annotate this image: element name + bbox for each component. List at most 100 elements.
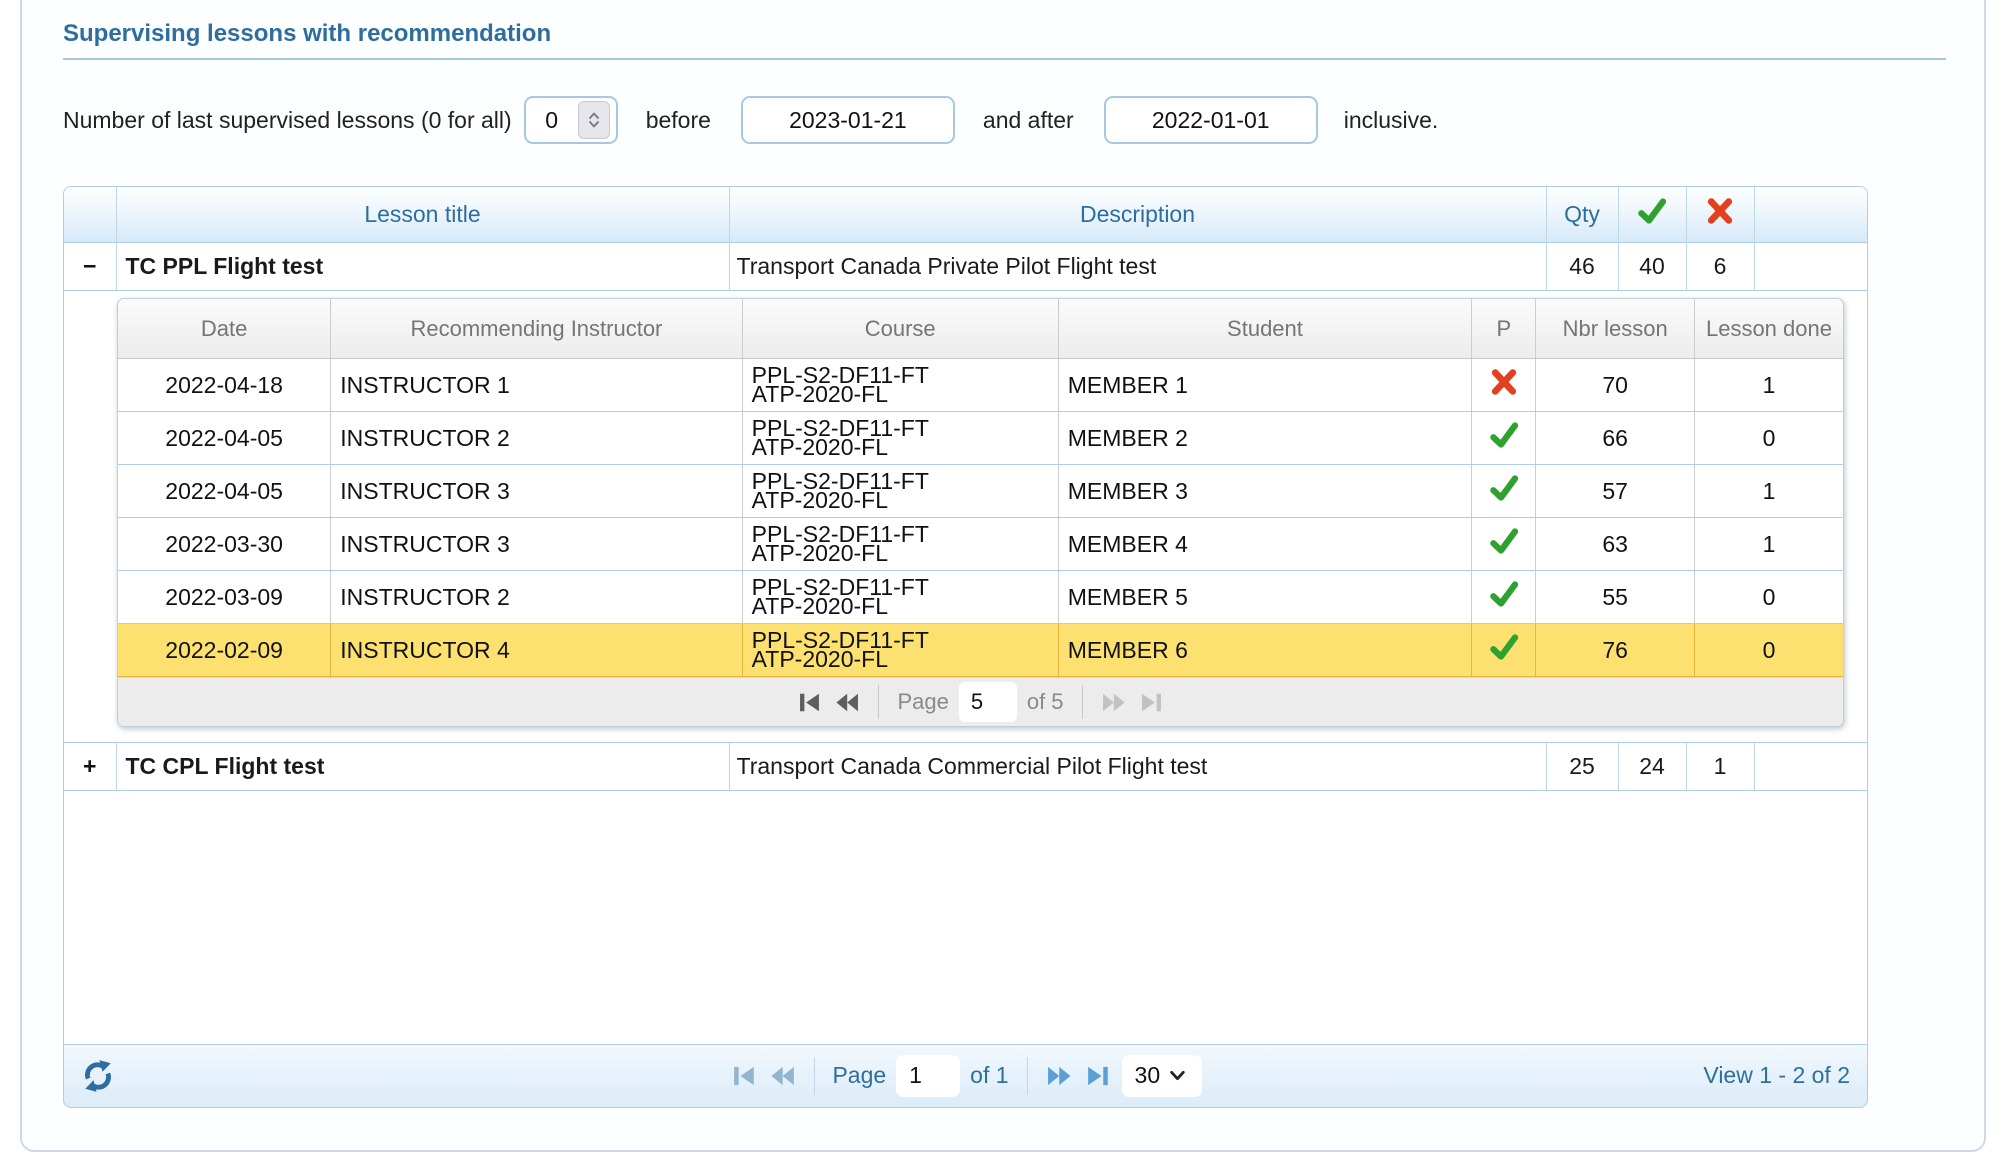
- after-date-input[interactable]: [1104, 96, 1318, 144]
- subgrid-row[interactable]: 2022-02-09INSTRUCTOR 4PPL-S2-DF11-FTATP-…: [118, 624, 1843, 677]
- course-cell: PPL-S2-DF11-FTATP-2020-FL: [742, 571, 1058, 624]
- prev-page-icon[interactable]: [767, 1062, 795, 1090]
- subgrid-row[interactable]: 2022-04-05INSTRUCTOR 2PPL-S2-DF11-FTATP-…: [118, 412, 1843, 465]
- student-cell: MEMBER 2: [1058, 412, 1471, 465]
- student-column-header[interactable]: Student: [1058, 299, 1471, 359]
- student-cell: MEMBER 5: [1058, 571, 1471, 624]
- content-panel: Supervising lessons with recommendation …: [20, 0, 1986, 1152]
- subgrid-row[interactable]: 2022-04-18INSTRUCTOR 1PPL-S2-DF11-FTATP-…: [118, 359, 1843, 412]
- page-size-value: 30: [1135, 1062, 1161, 1089]
- date-cell: 2022-02-09: [118, 624, 331, 677]
- divider: [878, 685, 879, 719]
- subgrid-row[interactable]: 2022-04-05INSTRUCTOR 3PPL-S2-DF11-FTATP-…: [118, 465, 1843, 518]
- check-icon: [1489, 632, 1519, 668]
- expander-column-header: [64, 187, 116, 242]
- subgrid-first-page-icon[interactable]: [796, 689, 823, 716]
- lesson-done-column-header[interactable]: Lesson done: [1694, 299, 1843, 359]
- date-cell: 2022-04-05: [118, 412, 331, 465]
- lesson-done-cell: 0: [1694, 624, 1843, 677]
- stepper-up-down-buttons[interactable]: [578, 101, 610, 139]
- lesson-row-tc-cpl[interactable]: + TC CPL Flight test Transport Canada Co…: [64, 743, 1868, 791]
- subgrid-page-label: Page: [897, 689, 948, 715]
- instructor-cell: INSTRUCTOR 2: [331, 571, 742, 624]
- subgrid-row[interactable]: 2022-03-30INSTRUCTOR 3PPL-S2-DF11-FTATP-…: [118, 518, 1843, 571]
- recommendation-status-cell: [1472, 518, 1536, 571]
- course-cell: PPL-S2-DF11-FTATP-2020-FL: [742, 359, 1058, 412]
- grid-pager: Page of 1 30 View 1 - 2 of 2: [63, 1045, 1868, 1108]
- lesson-title-column-header[interactable]: Lesson title: [116, 187, 729, 242]
- p-column-header[interactable]: P: [1472, 299, 1536, 359]
- date-cell: 2022-04-18: [118, 359, 331, 412]
- check-icon: [1489, 473, 1519, 509]
- subgrid-prev-page-icon[interactable]: [833, 689, 860, 716]
- course-cell: PPL-S2-DF11-FTATP-2020-FL: [742, 624, 1058, 677]
- cross-icon: [1705, 196, 1735, 226]
- course-cell: PPL-S2-DF11-FTATP-2020-FL: [742, 518, 1058, 571]
- student-cell: MEMBER 3: [1058, 465, 1471, 518]
- collapse-row-button[interactable]: −: [64, 242, 116, 290]
- refresh-icon[interactable]: [81, 1059, 115, 1093]
- view-range-label: View 1 - 2 of 2: [1703, 1062, 1850, 1089]
- before-date-input[interactable]: [741, 96, 955, 144]
- instructor-cell: INSTRUCTOR 3: [331, 465, 742, 518]
- qty-column-header[interactable]: Qty: [1546, 187, 1618, 242]
- first-page-icon[interactable]: [729, 1062, 757, 1090]
- instructor-cell: INSTRUCTOR 2: [331, 412, 742, 465]
- check-icon: [1637, 196, 1667, 226]
- pass-column-header[interactable]: [1618, 187, 1686, 242]
- expand-row-button[interactable]: +: [64, 743, 116, 791]
- fail-column-header[interactable]: [1686, 187, 1754, 242]
- subgrid-last-page-icon[interactable]: [1138, 689, 1165, 716]
- pass-count-cell: 40: [1618, 242, 1686, 290]
- lesson-done-cell: 1: [1694, 465, 1843, 518]
- nbr-lesson-cell: 66: [1536, 412, 1695, 465]
- course-cell: PPL-S2-DF11-FTATP-2020-FL: [742, 465, 1058, 518]
- page-size-select[interactable]: 30: [1122, 1055, 1202, 1097]
- empty-cell: [1754, 242, 1868, 290]
- divider: [813, 1057, 814, 1095]
- instructor-column-header[interactable]: Recommending Instructor: [331, 299, 742, 359]
- instructor-cell: INSTRUCTOR 4: [331, 624, 742, 677]
- lesson-title-cell: TC PPL Flight test: [116, 242, 729, 290]
- subgrid-container-row: Date Recommending Instructor Course Stud…: [64, 290, 1868, 743]
- subgrid-page-input[interactable]: [959, 682, 1017, 722]
- date-cell: 2022-03-09: [118, 571, 331, 624]
- divider: [1082, 685, 1083, 719]
- chevron-down-icon: [1169, 1067, 1186, 1084]
- course-column-header[interactable]: Course: [742, 299, 1058, 359]
- subgrid-row[interactable]: 2022-03-09INSTRUCTOR 2PPL-S2-DF11-FTATP-…: [118, 571, 1843, 624]
- recommendation-status-cell: [1472, 465, 1536, 518]
- lessons-grid: Lesson title Description Qty: [63, 186, 1868, 1108]
- date-cell: 2022-04-05: [118, 465, 331, 518]
- recommendations-subgrid: Date Recommending Instructor Course Stud…: [117, 298, 1844, 728]
- date-cell: 2022-03-30: [118, 518, 331, 571]
- description-column-header[interactable]: Description: [729, 187, 1546, 242]
- lesson-row-tc-ppl[interactable]: − TC PPL Flight test Transport Canada Pr…: [64, 242, 1868, 290]
- lessons-count-stepper[interactable]: [524, 96, 618, 144]
- subgrid-header-row: Date Recommending Instructor Course Stud…: [118, 299, 1843, 359]
- qty-cell: 25: [1546, 743, 1618, 791]
- lesson-done-cell: 0: [1694, 571, 1843, 624]
- lesson-done-cell: 0: [1694, 412, 1843, 465]
- lessons-count-input[interactable]: [526, 107, 578, 134]
- lesson-done-cell: 1: [1694, 518, 1843, 571]
- pass-count-cell: 24: [1618, 743, 1686, 791]
- subgrid-next-page-icon[interactable]: [1101, 689, 1128, 716]
- course-cell: PPL-S2-DF11-FTATP-2020-FL: [742, 412, 1058, 465]
- nbr-lesson-cell: 76: [1536, 624, 1695, 677]
- and-after-label: and after: [983, 107, 1074, 134]
- last-page-icon[interactable]: [1084, 1062, 1112, 1090]
- instructor-cell: INSTRUCTOR 3: [331, 518, 742, 571]
- recommendation-status-cell: [1472, 412, 1536, 465]
- student-cell: MEMBER 4: [1058, 518, 1471, 571]
- nbr-lesson-cell: 57: [1536, 465, 1695, 518]
- subgrid-pager: Page of 5: [118, 677, 1843, 726]
- date-column-header[interactable]: Date: [118, 299, 331, 359]
- grid-empty-space: [64, 791, 1868, 1044]
- fail-count-cell: 1: [1686, 743, 1754, 791]
- before-label: before: [646, 107, 711, 134]
- fail-count-cell: 6: [1686, 242, 1754, 290]
- page-input[interactable]: [896, 1055, 960, 1097]
- nbr-lesson-column-header[interactable]: Nbr lesson: [1536, 299, 1695, 359]
- next-page-icon[interactable]: [1046, 1062, 1074, 1090]
